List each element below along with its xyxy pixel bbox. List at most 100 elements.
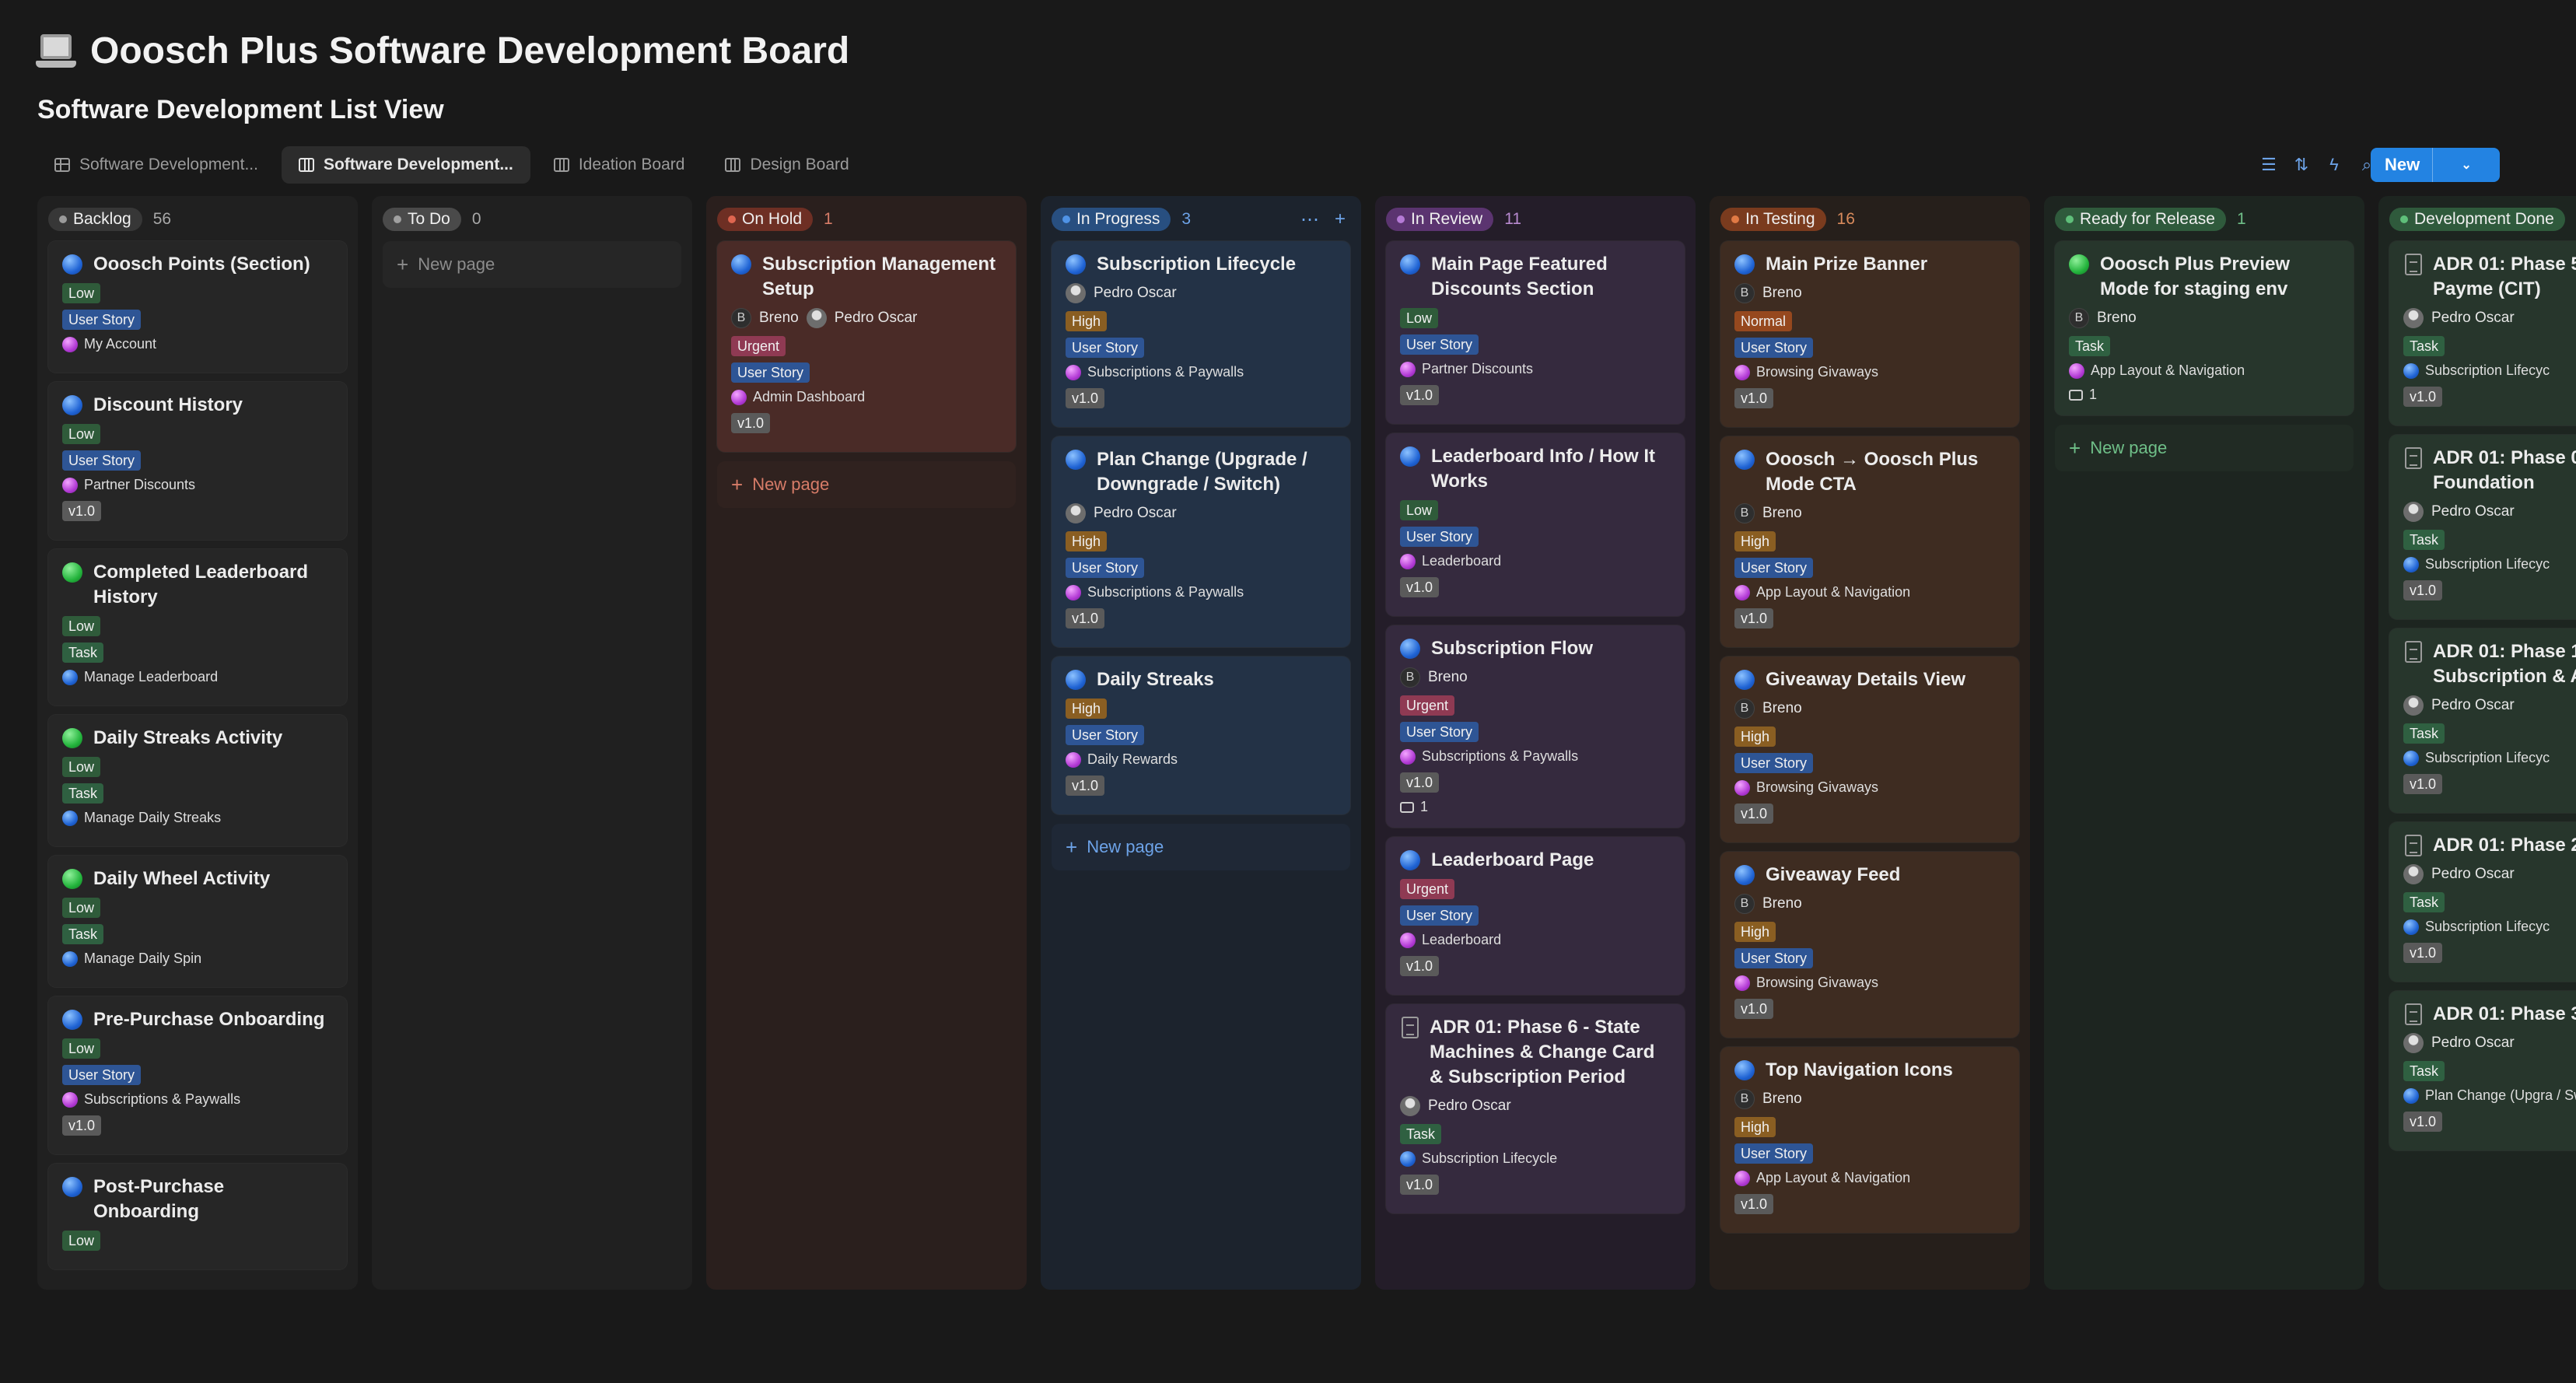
relation-link[interactable]: My Account — [62, 336, 333, 352]
relation-link[interactable]: App Layout & Navigation — [2069, 362, 2340, 379]
relation-link[interactable]: Subscriptions & Paywalls — [1400, 748, 1671, 765]
task-card[interactable]: Subscription Lifecycle Pedro Oscar High Use… — [1052, 241, 1350, 427]
task-card[interactable]: Completed Leaderboard History Low Task Mana… — [48, 549, 347, 706]
status-pill[interactable]: In Testing — [1720, 208, 1826, 231]
task-card[interactable]: Top Navigation Icons B Breno High User Story… — [1720, 1047, 2019, 1233]
relation-link[interactable]: Partner Discounts — [1400, 361, 1671, 377]
card-title: ADR 01: Phase 5 Events & Payme (CIT) — [2433, 254, 2576, 299]
task-card[interactable]: Plan Change (Upgrade / Downgrade / Switc… — [1052, 436, 1350, 647]
assignees: B Breno — [1734, 699, 2005, 719]
comment-count: 1 — [2069, 387, 2340, 403]
chevron-down-icon[interactable]: ⌄ — [2433, 157, 2500, 173]
epic-icon — [1066, 364, 1081, 380]
task-card[interactable]: ADR 01: Phase 6 - State Machines & Chang… — [1386, 1004, 1685, 1213]
relation-link[interactable]: Leaderboard — [1400, 553, 1671, 569]
assignee-name: Breno — [1762, 505, 1802, 521]
tab-ideation-board[interactable]: Ideation Board — [537, 146, 702, 184]
task-card[interactable]: Daily Streaks Activity Low Task Manage Dail… — [48, 715, 347, 846]
task-card[interactable]: Main Page Featured Discounts Section Low U… — [1386, 241, 1685, 424]
tab-software-development-board[interactable]: Software Development... — [281, 146, 530, 184]
tag-badge: Normal — [1734, 311, 1793, 331]
assignee-name: Pedro Oscar — [2431, 503, 2515, 520]
blue-circle-icon — [1734, 865, 1755, 885]
relation-link[interactable]: Daily Rewards — [1066, 751, 1336, 768]
task-card[interactable]: Ooosch → Ooosch Plus Mode CTA B Breno High U… — [1720, 436, 2019, 647]
tag-badge: User Story — [62, 450, 142, 471]
card-title: Ooosch Plus Preview Mode for staging env — [2100, 254, 2291, 299]
task-card[interactable]: Pre-Purchase Onboarding Low User Story Subs… — [48, 996, 347, 1154]
tag-badge: Task — [2403, 530, 2445, 550]
relation-link[interactable]: Subscription Lifecycle — [1400, 1150, 1671, 1167]
filter-icon[interactable]: ☰ — [2260, 148, 2277, 182]
new-page-button[interactable]: + New page — [717, 461, 1016, 508]
relation-link[interactable]: Manage Daily Streaks — [62, 810, 333, 826]
card-title: Subscription Management Setup — [762, 254, 996, 299]
task-card[interactable]: Subscription Management Setup B Breno Pedro… — [717, 241, 1016, 452]
task-card[interactable]: Ooosch Points (Section) Low User Story My A… — [48, 241, 347, 373]
status-pill[interactable]: In Review — [1386, 208, 1494, 231]
task-card[interactable]: Leaderboard Info / How It Works Low User S… — [1386, 433, 1685, 616]
new-button-label[interactable]: New — [2371, 148, 2434, 182]
relation-link[interactable]: Browsing Givaways — [1734, 779, 2005, 796]
task-card[interactable]: Daily Wheel Activity Low Task Manage Daily … — [48, 856, 347, 987]
new-button[interactable]: New ⌄ — [2371, 148, 2500, 182]
status-pill[interactable]: Backlog — [48, 208, 142, 231]
plus-icon[interactable]: + — [1335, 208, 1346, 231]
task-card[interactable]: ADR 01: Phase 3 Changes Pedro Oscar Task Pl… — [2389, 991, 2576, 1150]
relation-link[interactable]: Manage Leaderboard — [62, 669, 333, 685]
task-card[interactable]: Daily Streaks High User Story Daily Rewards… — [1052, 656, 1350, 814]
status-pill[interactable]: On Hold — [717, 208, 814, 231]
more-icon[interactable]: ⋯ — [1300, 208, 1319, 231]
status-pill[interactable]: To Do — [383, 208, 461, 231]
tag-badge: Low — [1400, 500, 1439, 520]
relation-link[interactable]: Plan Change (Upgra / Switch) — [2403, 1087, 2576, 1104]
relation-link[interactable]: Subscription Lifecyc — [2403, 556, 2576, 572]
relation-link[interactable]: Browsing Givaways — [1734, 975, 2005, 991]
task-card[interactable]: ADR 01: Phase 0 Foundation Pedro Oscar Tas… — [2389, 435, 2576, 619]
task-card[interactable]: Ooosch Plus Preview Mode for staging env… — [2055, 241, 2354, 415]
new-page-button[interactable]: + New page — [1052, 824, 1350, 870]
automation-icon[interactable]: ϟ — [2326, 148, 2343, 182]
task-card[interactable]: Main Prize Banner B Breno Normal User Story B… — [1720, 241, 2019, 427]
task-card[interactable]: ADR 01: Phase 5 Events & Payme (CIT) Pedr… — [2389, 241, 2576, 425]
relation-link[interactable]: Subscription Lifecyc — [2403, 362, 2576, 379]
task-card[interactable]: Giveaway Feed B Breno High User Story Browsin… — [1720, 852, 2019, 1038]
relation-link[interactable]: Browsing Givaways — [1734, 364, 2005, 380]
avatar: B — [1734, 699, 1755, 719]
relation-link[interactable]: Admin Dashboard — [731, 389, 1002, 405]
status-pill[interactable]: Development Done — [2389, 208, 2565, 231]
new-page-button[interactable]: + New page — [383, 241, 681, 288]
tag-row: Normal — [1734, 311, 2005, 331]
column-header: Backlog 56 — [48, 205, 347, 233]
task-card[interactable]: Giveaway Details View B Breno High User Stor… — [1720, 656, 2019, 842]
relation-link[interactable]: Subscriptions & Paywalls — [1066, 364, 1336, 380]
version-badge: v1.0 — [1066, 776, 1105, 796]
task-card[interactable]: ADR 01: Phase 1 Subscription & A Pedro Os… — [2389, 628, 2576, 813]
task-card[interactable]: Discount History Low User Story Partner Dis… — [48, 382, 347, 540]
tab-software-development-table[interactable]: Software Development... — [37, 146, 275, 184]
status-pill[interactable]: Ready for Release — [2055, 208, 2226, 231]
relation-link[interactable]: Manage Daily Spin — [62, 951, 333, 967]
epic-icon — [1734, 1170, 1750, 1186]
tab-design-board[interactable]: Design Board — [708, 146, 866, 184]
relation-link[interactable]: Partner Discounts — [62, 477, 333, 493]
avatar: B — [2069, 308, 2089, 328]
sort-icon[interactable]: ⇅ — [2293, 148, 2310, 182]
relation-link[interactable]: Subscriptions & Paywalls — [1066, 584, 1336, 600]
tag-row: Urgent — [1400, 879, 1671, 899]
relation-link[interactable]: App Layout & Navigation — [1734, 584, 2005, 600]
card-title-row: Daily Wheel Activity — [62, 867, 333, 891]
relation-link[interactable]: Subscription Lifecyc — [2403, 919, 2576, 935]
task-card[interactable]: Post-Purchase Onboarding Low — [48, 1164, 347, 1269]
task-card[interactable]: ADR 01: Phase 2 Dunning Pedro Oscar Task Su… — [2389, 822, 2576, 982]
relation-link[interactable]: Leaderboard — [1400, 932, 1671, 948]
new-page-button[interactable]: + New page — [2055, 425, 2354, 471]
relation-link[interactable]: App Layout & Navigation — [1734, 1170, 2005, 1186]
task-card[interactable]: Subscription Flow B Breno Urgent User Story S… — [1386, 625, 1685, 828]
status-pill[interactable]: In Progress — [1052, 208, 1171, 231]
relation-link[interactable]: Subscription Lifecyc — [2403, 750, 2576, 766]
status-dot-icon — [1731, 215, 1739, 223]
task-card[interactable]: Leaderboard Page Urgent User Story Leaderbo… — [1386, 837, 1685, 995]
relation-link[interactable]: Subscriptions & Paywalls — [62, 1091, 333, 1108]
epic-icon — [1734, 584, 1750, 600]
